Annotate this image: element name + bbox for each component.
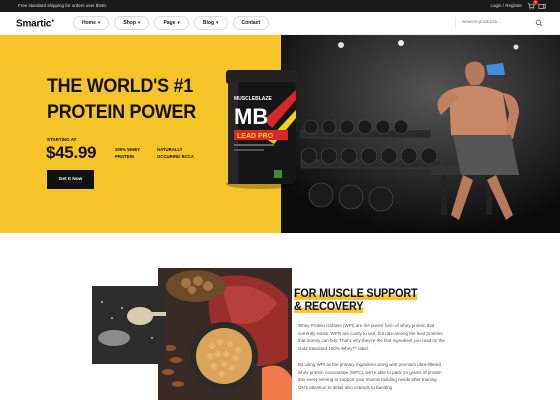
nav-item-blog[interactable]: Blog ▾	[193, 16, 228, 30]
feature-whey-line2: PROTEIN	[115, 154, 135, 159]
nav-label: Shop	[123, 20, 136, 26]
nav-item-contact[interactable]: Contact	[232, 16, 270, 30]
login-register-link[interactable]: Login / Register	[490, 3, 522, 8]
nav-label: Page	[163, 20, 176, 26]
search-input[interactable]	[462, 20, 530, 25]
section-paragraph-2: By using WPI as the primary ingredient a…	[298, 362, 442, 390]
feature-whey: 100% WHEY PROTEIN	[115, 146, 151, 160]
chevron-down-icon: ▾	[97, 20, 101, 26]
top-bar: Free standard shipping for orders over $…	[0, 0, 560, 12]
feature-bcaa-line2: OCCURING BCCA	[157, 154, 194, 159]
feature-bcaa-line1: NATURALLY	[157, 147, 183, 152]
get-it-now-button[interactable]: Get It Now	[47, 170, 94, 189]
search-box	[455, 17, 545, 30]
section-title-line1: FOR MUSCLE SUPPORT	[294, 286, 418, 300]
feature-whey-line1: 100% WHEY	[115, 147, 141, 152]
shipping-notice: Free standard shipping for orders over $…	[18, 3, 108, 8]
hero-price: $45.99	[46, 143, 97, 162]
starting-at-label: STARTING AT	[47, 137, 77, 142]
nav-item-shop[interactable]: Shop ▾	[114, 16, 150, 30]
search-icon[interactable]	[535, 19, 543, 27]
protein-foods-image	[92, 268, 292, 400]
tub-brand: MUSCLEBLAZE	[234, 96, 272, 102]
nav-label: Blog	[202, 20, 215, 26]
hero-title-line1: THE WORLD'S #1	[47, 75, 193, 97]
nav-item-page[interactable]: Page ▾	[154, 16, 189, 30]
main-nav: Home ▾ Shop ▾ Page ▾ Blog ▾ Contact	[73, 16, 270, 30]
chevron-down-icon: ▾	[137, 20, 141, 26]
main-header: Smartic● Home ▾ Shop ▾ Page ▾ Blog ▾ Contact	[0, 12, 560, 35]
hero-title: THE WORLD'S #1 PROTEIN POWER	[47, 73, 196, 125]
gym-scene-illustration	[281, 35, 560, 233]
site-logo[interactable]: Smartic●	[16, 18, 54, 29]
hero-title-line2: PROTEIN POWER	[47, 101, 196, 123]
section-title: FOR MUSCLE SUPPORT & RECOVERY	[294, 286, 418, 313]
protein-tub-image: MUSCLEBLAZE MB LEAD PRO	[226, 70, 298, 189]
section-paragraph-1: Whey Protein Isolates (WPI) are the pure…	[298, 323, 445, 351]
hero-gym-image	[281, 35, 560, 233]
section-title-line2: & RECOVERY	[294, 299, 364, 313]
feature-bcaa: NATURALLY OCCURING BCCA	[157, 146, 197, 160]
nav-item-home[interactable]: Home ▾	[73, 16, 110, 30]
compare-icon[interactable]	[538, 2, 546, 10]
chevron-down-icon: ▾	[177, 20, 180, 26]
nav-label: Contact	[241, 20, 261, 26]
tub-logo: MB	[234, 104, 268, 129]
nav-label: Home	[82, 20, 96, 26]
tub-product: LEAD PRO	[237, 133, 274, 140]
chevron-down-icon: ▾	[216, 20, 219, 26]
